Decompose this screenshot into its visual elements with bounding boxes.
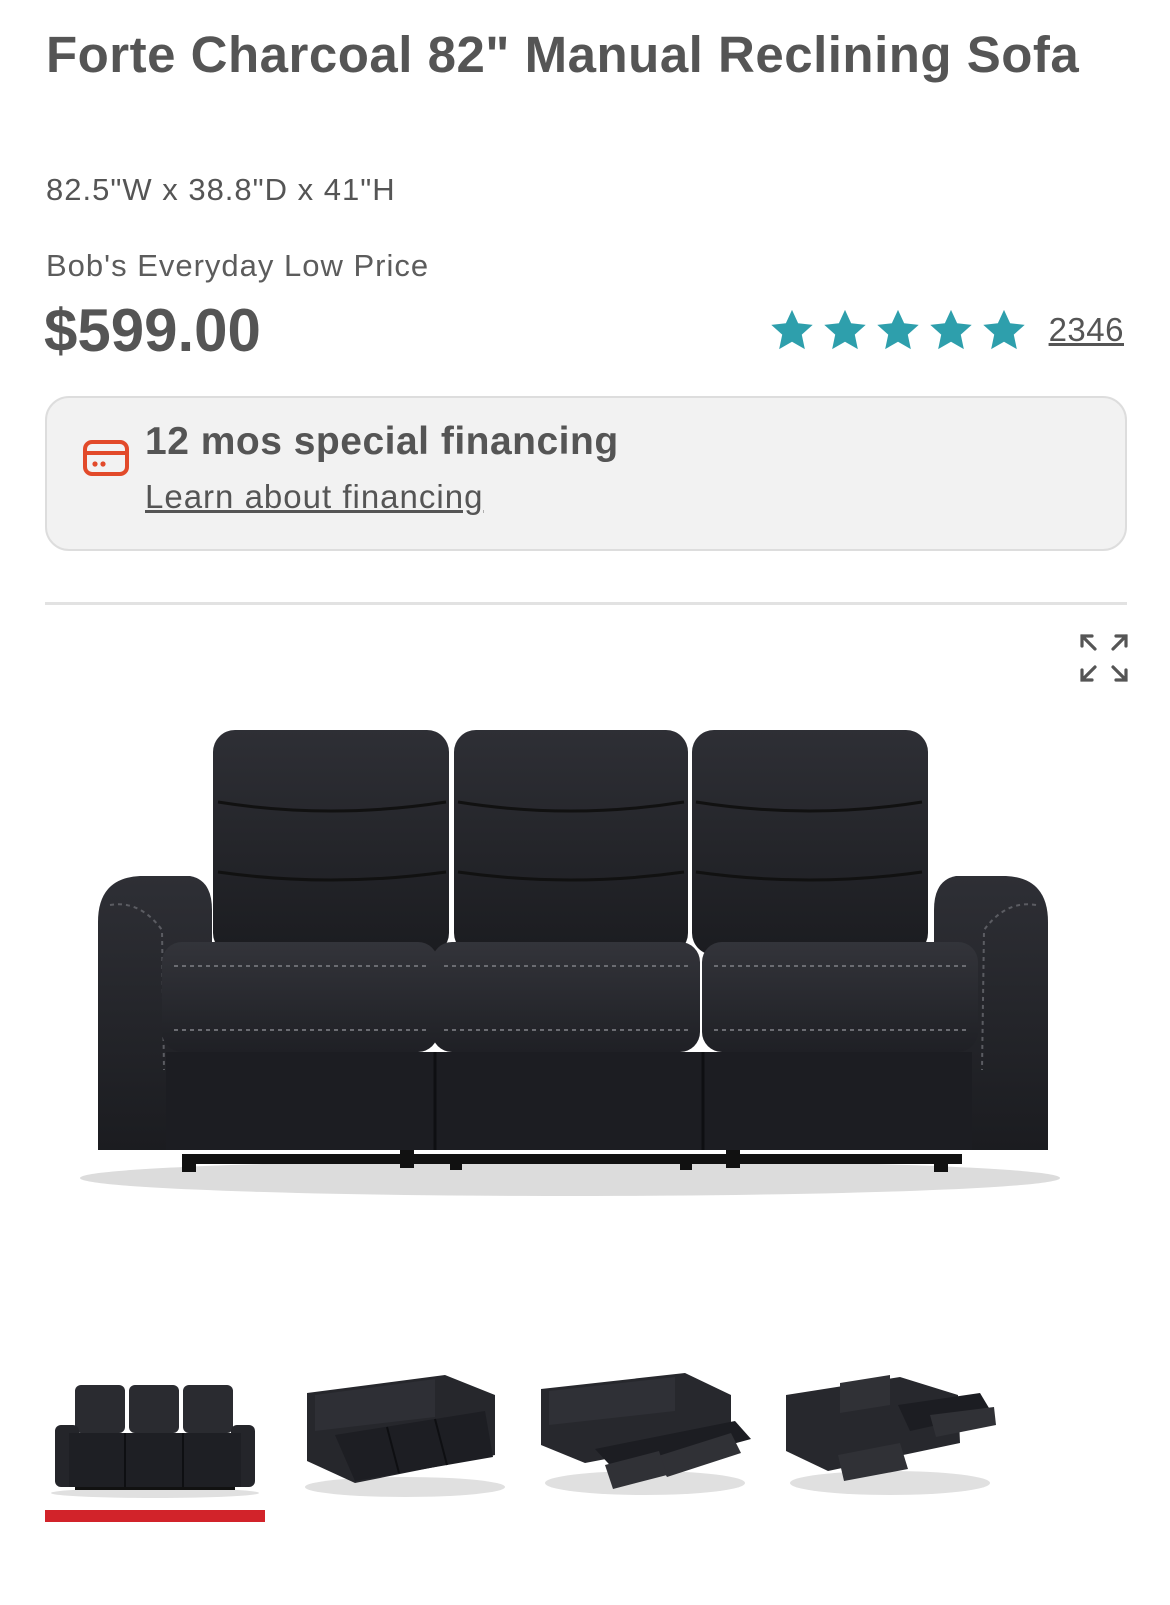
learn-financing-link[interactable]: Learn about financing bbox=[145, 478, 483, 516]
star-icon bbox=[770, 309, 813, 350]
credit-card-icon bbox=[83, 440, 129, 476]
review-count-link[interactable]: 2346 bbox=[1049, 311, 1124, 349]
star-rating bbox=[769, 307, 1027, 353]
thumbnail-angle[interactable] bbox=[295, 1365, 515, 1500]
financing-title: 12 mos special financing bbox=[145, 420, 619, 463]
selected-thumbnail-indicator bbox=[45, 1510, 265, 1522]
product-main-image[interactable] bbox=[70, 730, 1100, 1230]
divider bbox=[45, 602, 1127, 605]
star-icon bbox=[982, 309, 1025, 350]
star-icon bbox=[876, 309, 919, 350]
product-dimensions: 82.5"W x 38.8"D x 41"H bbox=[46, 172, 396, 207]
star-icon bbox=[823, 309, 866, 350]
thumbnail-reclined-side[interactable] bbox=[780, 1365, 1000, 1500]
financing-banner: 12 mos special financing Learn about fin… bbox=[45, 396, 1127, 551]
expand-icon[interactable] bbox=[1078, 632, 1130, 684]
product-title: Forte Charcoal 82" Manual Reclining Sofa bbox=[46, 26, 1080, 83]
price-label: Bob's Everyday Low Price bbox=[46, 248, 430, 283]
thumbnail-reclined[interactable] bbox=[535, 1365, 755, 1500]
rating[interactable]: 2346 bbox=[769, 300, 1124, 360]
star-icon bbox=[929, 309, 972, 350]
thumbnail-strip bbox=[45, 1365, 1127, 1525]
thumbnail-front[interactable] bbox=[45, 1365, 265, 1500]
product-price: $599.00 bbox=[44, 297, 261, 364]
